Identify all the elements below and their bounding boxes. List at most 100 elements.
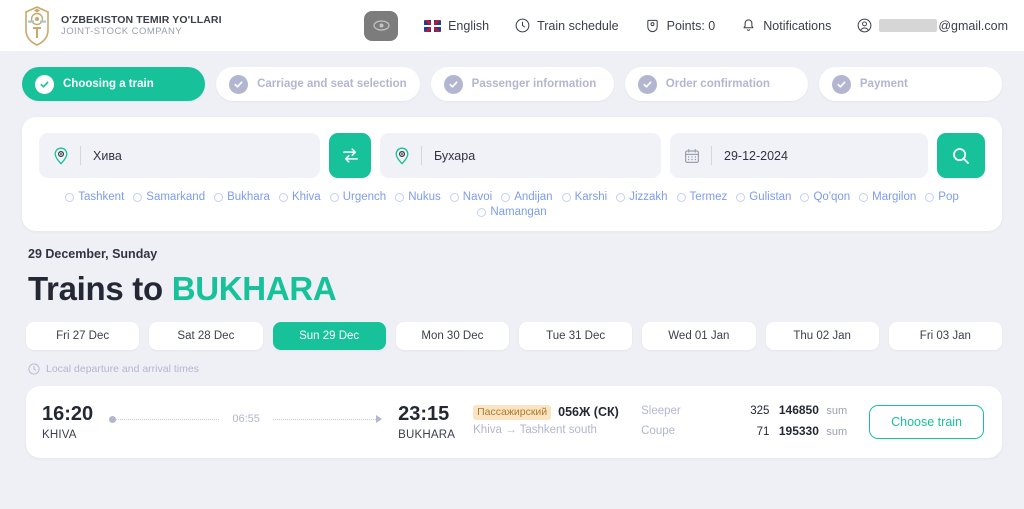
radio-icon [329, 192, 339, 202]
city-chip[interactable]: Jizzakh [616, 191, 668, 203]
city-chip[interactable]: Andijan [501, 191, 553, 203]
arrival-time: 23:15 [398, 403, 450, 425]
radio-icon [925, 192, 935, 202]
city-chip[interactable]: Qo'qon [800, 191, 850, 203]
date-tab[interactable]: Sat 28 Dec [149, 322, 263, 350]
date-tab[interactable]: Mon 30 Dec [395, 322, 509, 350]
seats-available: 71 [756, 426, 770, 438]
route-arrow-icon [376, 415, 383, 423]
price-amount: 195330 [778, 424, 819, 438]
city-label: Tashkent [78, 191, 125, 203]
price-currency: sum [826, 405, 848, 417]
points-label: Points: 0 [666, 18, 716, 33]
field-divider [711, 146, 712, 165]
city-label: Khiva [291, 191, 321, 203]
location-pin-icon [395, 147, 409, 165]
destination-field[interactable]: Бухара [380, 133, 661, 178]
class-prices: 325 146850 sum 71 195330 sum [725, 400, 847, 442]
origin-field[interactable]: Хива [39, 133, 320, 178]
city-label: Gulistan [749, 191, 792, 203]
departure-time: 16:20 [42, 403, 94, 425]
points-link[interactable]: Points: 0 [645, 18, 716, 33]
radio-icon [278, 192, 288, 202]
arrival-block: 23:15 BUKHARA [398, 403, 455, 441]
city-label: Qo'qon [813, 191, 851, 203]
bell-icon [743, 19, 754, 31]
city-chip[interactable]: Termez [676, 191, 728, 203]
city-label: Namangan [490, 206, 547, 218]
city-label: Urgench [342, 191, 387, 203]
search-panel: Хива Бухара 29-12-2024 Tashkent Samarkan… [22, 117, 1002, 231]
city-chip[interactable]: Navoi [449, 191, 492, 203]
choose-train-button[interactable]: Choose train [869, 405, 984, 439]
price-row: 71 195330 sum [725, 421, 848, 442]
arrival-station: BUKHARA [398, 429, 456, 441]
city-chip[interactable]: Khiva [278, 191, 321, 203]
site-header: O'ZBEKISTON TEMIR YO'LLARI JOINT-STOCK C… [0, 0, 1024, 51]
account-menu[interactable]: @gmail.com [857, 18, 1008, 33]
clock-icon [515, 18, 530, 33]
city-chip[interactable]: Margilon [859, 191, 916, 203]
route-start-dot-icon [109, 415, 117, 423]
city-chip[interactable]: Namangan [477, 206, 547, 218]
date-tab[interactable]: Fri 27 Dec [26, 322, 140, 350]
field-divider [421, 146, 422, 165]
city-chip[interactable]: Nukus [395, 191, 441, 203]
radio-icon [616, 192, 626, 202]
city-label: Termez [689, 191, 728, 203]
notifications-link[interactable]: Notifications [741, 18, 831, 33]
date-field[interactable]: 29-12-2024 [670, 133, 928, 178]
radio-icon [395, 192, 405, 202]
city-chip[interactable]: Pop [925, 191, 959, 203]
date-tab-selected[interactable]: Sun 29 Dec [272, 322, 386, 350]
train-schedule-link[interactable]: Train schedule [515, 18, 619, 33]
accessibility-toggle-button[interactable] [364, 10, 399, 41]
language-label: English [448, 18, 490, 33]
language-selector[interactable]: English [424, 19, 489, 33]
train-info: Пассажирский 056Ж (СК) Khiva → Tashkent … [473, 404, 641, 436]
email-domain: @gmail.com [938, 18, 1008, 33]
travel-duration: 06:55 [232, 413, 260, 425]
title-prefix: Trains to [28, 270, 163, 307]
step-choosing-a-train[interactable]: Choosing a train [22, 67, 206, 101]
city-label: Andijan [514, 191, 553, 203]
page-title: Trains to BUKHARA [28, 270, 1024, 308]
local-times-label: Local departure and arrival times [46, 363, 199, 375]
city-chip[interactable]: Samarkand [133, 191, 205, 203]
city-chip[interactable]: Bukhara [214, 191, 270, 203]
radio-icon [800, 192, 810, 202]
city-chip[interactable]: Gulistan [736, 191, 791, 203]
city-chip[interactable]: Karshi [561, 191, 607, 203]
step-carriage-and-seat-selection[interactable]: Carriage and seat selection [216, 67, 420, 101]
notifications-label: Notifications [763, 18, 832, 33]
brand-logo[interactable]: O'ZBEKISTON TEMIR YO'LLARI JOINT-STOCK C… [22, 5, 222, 46]
date-tab[interactable]: Fri 03 Jan [888, 322, 1002, 350]
check-circle-icon [831, 74, 851, 94]
step-order-confirmation[interactable]: Order confirmation [624, 67, 808, 101]
title-destination: BUKHARA [171, 270, 337, 307]
train-result-row[interactable]: 16:20 KHIVA 06:55 23:15 BUKHARA Пассажир… [26, 386, 1002, 458]
search-button[interactable] [937, 133, 985, 178]
step-payment[interactable]: Payment [818, 67, 1002, 101]
brand-subtitle: JOINT-STOCK COMPANY [61, 26, 183, 38]
radio-icon [736, 192, 746, 202]
radio-icon [214, 192, 224, 202]
local-times-note: Local departure and arrival times [28, 363, 1024, 375]
date-tab[interactable]: Wed 01 Jan [642, 322, 756, 350]
city-label: Bukhara [227, 191, 270, 203]
city-chip[interactable]: Urgench [329, 191, 387, 203]
date-tab[interactable]: Thu 02 Jan [765, 322, 879, 350]
step-passenger-information[interactable]: Passenger information [430, 67, 614, 101]
radio-icon [859, 192, 869, 202]
class-name: Sleeper [641, 405, 681, 417]
results-date: 29 December, Sunday [28, 247, 158, 261]
date-tab[interactable]: Tue 31 Dec [519, 322, 633, 350]
uk-flag-icon [424, 19, 442, 32]
city-chip[interactable]: Tashkent [65, 191, 124, 203]
swap-stations-button[interactable] [329, 133, 371, 178]
radio-icon [501, 192, 511, 202]
calendar-icon [685, 148, 700, 163]
class-names: Sleeper Coupe [641, 401, 725, 441]
check-circle-icon [229, 74, 249, 94]
city-label: Jizzakh [629, 191, 668, 203]
